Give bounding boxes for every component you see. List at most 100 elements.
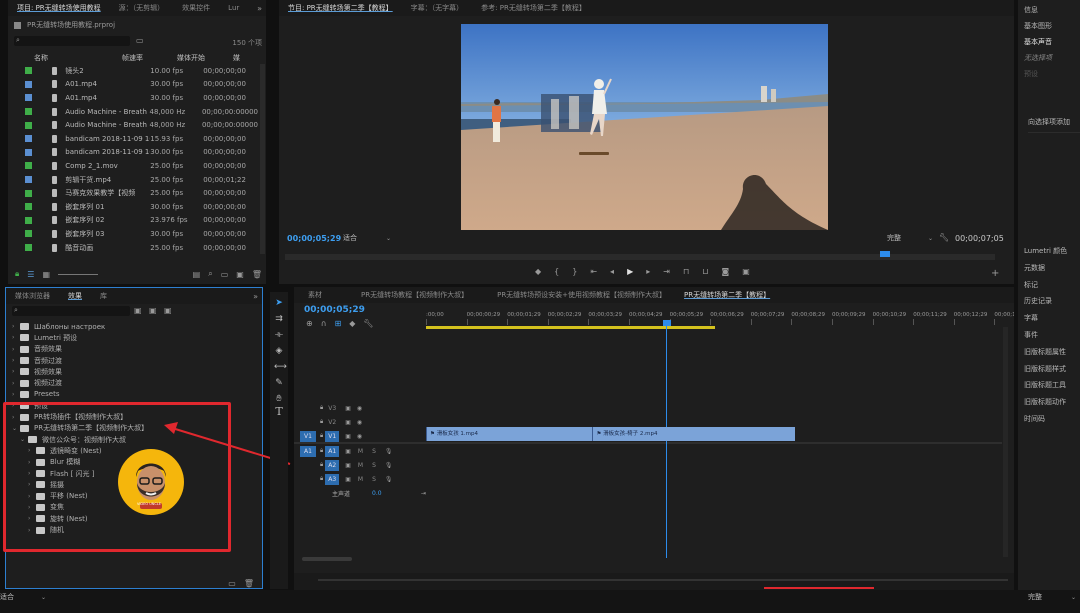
label-color-swatch[interactable]	[25, 148, 32, 156]
panel-item-title-tools[interactable]: 旧版标题工具	[1018, 377, 1080, 394]
mute-button[interactable]: M	[358, 476, 363, 483]
chevron-right-icon[interactable]: ›	[12, 334, 20, 341]
source-patch-v[interactable]: V1	[300, 430, 316, 442]
type-tool-icon[interactable]: T	[274, 406, 284, 417]
lock-icon[interactable]: 🔒︎	[320, 404, 323, 412]
effects-tree-item[interactable]: › 视频效果	[6, 366, 262, 377]
track-target[interactable]: A1	[325, 445, 340, 457]
project-item-row[interactable]: 镜头2 10.00 fps 00;00;00;00	[8, 64, 258, 78]
col-name[interactable]: 名称	[34, 53, 122, 63]
new-bin-bottom-icon[interactable]: ▭	[221, 270, 229, 279]
sync-lock-icon[interactable]: ▣	[345, 462, 351, 469]
go-to-out-icon[interactable]: ⇥	[421, 490, 426, 497]
tab-effects[interactable]: 效果	[59, 291, 91, 301]
tab-seq-1[interactable]: PR无缝转场教程【视频制作大叔】	[331, 290, 477, 300]
col-start[interactable]: 媒体开始	[177, 53, 233, 63]
video-clip[interactable]: ⚑ 滑板女孩 1.mp4	[426, 427, 593, 441]
lift-icon[interactable]: ⊓	[683, 267, 689, 276]
mark-out-icon[interactable]: }	[572, 267, 577, 276]
essential-sound-tab[interactable]: 基本声音	[1018, 34, 1080, 50]
selection-tool-icon[interactable]: ➤	[274, 298, 284, 308]
chevron-right-icon[interactable]: ›	[12, 368, 20, 375]
marker-icon[interactable]: ◆	[535, 267, 541, 276]
lock-icon[interactable]: 🔒︎	[320, 475, 323, 483]
tab-seq-3[interactable]: PR无缝转场第二季【教程】	[675, 290, 779, 300]
solo-button[interactable]: S	[372, 476, 376, 483]
effects-tree-item[interactable]: › Шаблоны настроек	[6, 321, 262, 332]
timeline-ruler[interactable]: :00;00 00;00;00;29 00;00;01;29 00;00;02;29 0…	[426, 309, 1014, 327]
zoom-slider[interactable]	[58, 273, 98, 275]
effects-tree-item[interactable]: › Lumetri 预设	[6, 332, 262, 343]
program-scrubber[interactable]	[285, 251, 995, 260]
step-back-icon[interactable]: ◂	[610, 267, 614, 276]
quality-select[interactable]: 完整 ⌄	[887, 233, 933, 243]
label-color-swatch[interactable]	[25, 244, 32, 252]
wrench-icon[interactable]: 🔧︎	[363, 319, 373, 328]
project-item-row[interactable]: 剪辑干货.mp4 25.00 fps 00;00;01;22	[8, 173, 258, 187]
project-item-row[interactable]: Audio Machine - Breath and48,000 Hz 00;00…	[8, 118, 258, 132]
label-color-swatch[interactable]	[25, 162, 32, 170]
razor-tool-icon[interactable]: ◈	[274, 346, 284, 356]
slip-tool-icon[interactable]: ⟷	[274, 362, 287, 372]
label-color-swatch[interactable]	[25, 189, 32, 197]
effects-tree-item[interactable]: › 音频过渡	[6, 355, 262, 366]
label-color-swatch[interactable]	[25, 216, 32, 224]
label-color-swatch[interactable]	[25, 80, 32, 88]
panel-menu-icon[interactable]: »	[257, 4, 262, 13]
scrubber-playhead[interactable]	[880, 251, 890, 257]
label-color-swatch[interactable]	[25, 67, 32, 75]
ripple-edit-tool-icon[interactable]: ⟛	[274, 330, 284, 340]
voiceover-mic-icon[interactable]: 🎙︎	[385, 448, 393, 455]
sort-icon[interactable]: ▤	[193, 270, 201, 279]
project-item-row[interactable]: 嵌套序列 03 30.00 fps 00;00;00;00	[8, 227, 258, 241]
track-select-tool-icon[interactable]: ⇉	[274, 314, 284, 324]
panel-item-timecode[interactable]: 时间码	[1018, 411, 1080, 428]
label-color-swatch[interactable]	[25, 94, 32, 102]
lock-icon[interactable]: 🔒︎	[320, 432, 323, 440]
mark-in-icon[interactable]: {	[554, 267, 559, 276]
tab-media-browser[interactable]: 媒体浏览器	[6, 291, 59, 301]
label-color-swatch[interactable]	[25, 176, 32, 184]
pen-tool-icon[interactable]: ✎	[274, 378, 284, 388]
project-item-row[interactable]: Comp 2_1.mov 25.00 fps 00;00;00;00	[8, 159, 258, 173]
tab-project[interactable]: 项目: PR无缝转场使用教程	[8, 3, 110, 13]
track-target[interactable]: V3	[325, 403, 339, 414]
effects-tree-item[interactable]: › 音频效果	[6, 344, 262, 355]
label-color-swatch[interactable]	[25, 121, 32, 129]
add-button-icon[interactable]: +	[991, 268, 999, 279]
info-tab[interactable]: 信息	[1018, 2, 1080, 18]
effects-search-input[interactable]: ⌕	[12, 306, 130, 316]
go-to-out-icon[interactable]: ⇥	[663, 267, 670, 276]
master-volume[interactable]: 0.0	[372, 490, 382, 497]
solo-button[interactable]: S	[372, 462, 376, 469]
project-item-row[interactable]: 马赛克效果教学【视频 25.00 fps 00;00;00;00	[8, 186, 258, 200]
tab-effect-controls[interactable]: 效果控件	[173, 3, 219, 13]
panel-menu-icon[interactable]: »	[253, 292, 258, 301]
sync-lock-icon[interactable]: ▣	[345, 433, 351, 440]
trash-icon[interactable]: 🗑︎	[252, 270, 262, 279]
bottom-fit-select[interactable]: 适合 ⌄	[0, 592, 46, 602]
track-target[interactable]: A2	[325, 459, 340, 471]
trash-icon[interactable]: 🗑︎	[244, 579, 254, 588]
linked-select-icon[interactable]: ⊞	[335, 319, 342, 328]
voiceover-mic-icon[interactable]: 🎙︎	[385, 462, 393, 469]
col-fps[interactable]: 帧速率	[122, 53, 177, 63]
fit-select[interactable]: 适合 ⌄	[343, 233, 391, 243]
panel-item-markers[interactable]: 标记	[1018, 277, 1080, 294]
video-clip[interactable]: ⚑ 滑板女孩-椅子 2.mp4	[592, 427, 796, 441]
lock-icon[interactable]: 🔒︎	[320, 461, 323, 469]
panel-item-captions[interactable]: 字幕	[1018, 310, 1080, 327]
panel-item-events[interactable]: 事件	[1018, 327, 1080, 344]
project-item-row[interactable]: A01.mp4 30.00 fps 00;00;00;00	[8, 78, 258, 92]
project-item-row[interactable]: 嵌套序列 02 23.976 fps 00;00;00;00	[8, 214, 258, 228]
project-item-row[interactable]: 酷音动画 25.00 fps 00;00;00;00	[8, 241, 258, 255]
32bit-effects-icon[interactable]: ▣	[149, 306, 157, 315]
eye-icon[interactable]: ◉	[357, 419, 362, 426]
tab-seq-2[interactable]: PR无缝转场预设安装+使用视频教程【视频制作大叔】	[477, 290, 675, 300]
compare-icon[interactable]: ▣	[742, 267, 750, 276]
panel-item-title-props[interactable]: 旧版标题属性	[1018, 344, 1080, 361]
panel-item-title-actions[interactable]: 旧版标题动作	[1018, 394, 1080, 411]
panel-item-title-styles[interactable]: 旧版标题样式	[1018, 361, 1080, 378]
timeline-hscroll[interactable]	[302, 557, 352, 561]
panel-item-metadata[interactable]: 元数据	[1018, 260, 1080, 277]
